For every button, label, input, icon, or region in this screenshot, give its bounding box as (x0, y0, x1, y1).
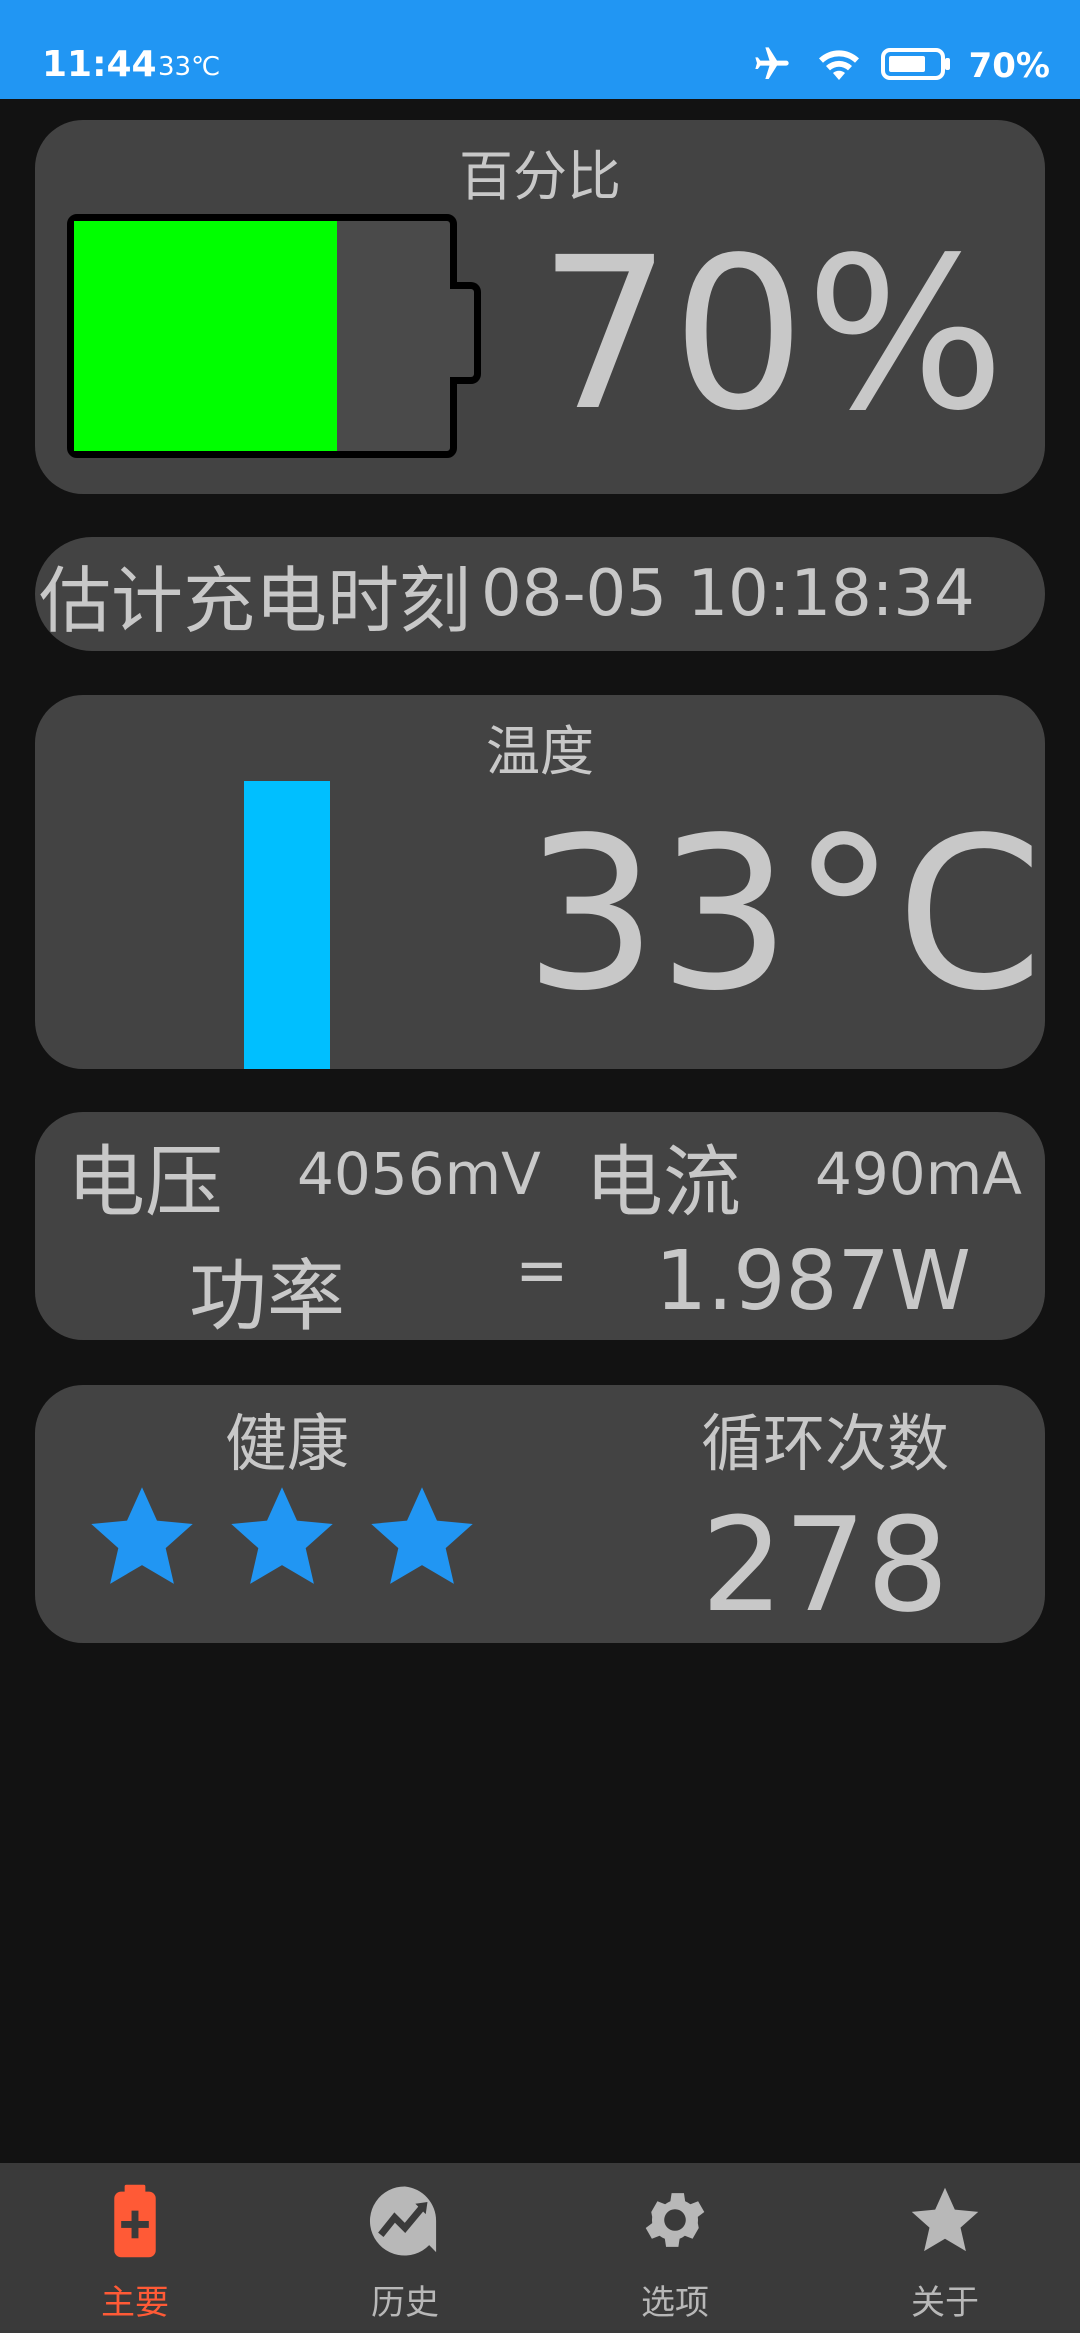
status-time: 11:44 (42, 44, 157, 85)
nav-label-options: 选项 (641, 2283, 709, 2323)
airplane-icon (747, 44, 797, 88)
star-icon (810, 2183, 1080, 2259)
voltage-label: 电压 (67, 1138, 224, 1228)
charge-time-card: 估计充电时刻 08-05 10:18:34 (35, 537, 1045, 651)
charge-time-label: 估计充电时刻 (39, 558, 472, 643)
temperature-bar (244, 781, 330, 1069)
health-star-icon (91, 1487, 193, 1584)
nav-label-history: 历史 (371, 2283, 439, 2323)
temperature-value: 33°C (524, 792, 1043, 1037)
battery-graphic-tip (450, 282, 481, 384)
current-label: 电流 (585, 1138, 742, 1228)
status-bar: 11:44 33℃ 70% (0, 0, 1080, 99)
nav-item-main[interactable]: 主要 (0, 2163, 270, 2333)
power-card: 电压 4056mV 电流 490mA 功率 = 1.987W (35, 1112, 1045, 1342)
health-card: 健康 循环次数 278 (35, 1385, 1045, 1643)
percentage-card: 百分比 70% (35, 120, 1045, 494)
nav-item-history[interactable]: 历史 (270, 2163, 540, 2333)
battery-graphic (67, 214, 457, 458)
battery-icon (880, 47, 951, 85)
battery-level-fill (74, 221, 338, 451)
health-star-icon (231, 1487, 333, 1584)
health-label: 健康 (225, 1407, 350, 1480)
power-equals: = (515, 1234, 569, 1308)
temperature-title: 温度 (486, 720, 594, 783)
temperature-card: 温度 33°C (35, 695, 1045, 1069)
history-chart-icon (270, 2183, 540, 2259)
current-value: 490mA (815, 1140, 1022, 1208)
nav-item-options[interactable]: 选项 (540, 2163, 810, 2333)
voltage-value: 4056mV (297, 1140, 541, 1208)
cycles-label: 循环次数 (700, 1407, 949, 1480)
bottom-nav: 主要 历史 选项 关于 (0, 2163, 1080, 2333)
battery-plus-icon (0, 2183, 270, 2259)
health-star-icon (371, 1487, 473, 1584)
nav-label-main: 主要 (101, 2283, 169, 2323)
percentage-title: 百分比 (459, 145, 621, 208)
status-icons: 70% (747, 44, 1050, 88)
nav-label-about: 关于 (911, 2283, 979, 2323)
charge-time-value: 08-05 10:18:34 (481, 557, 975, 631)
gear-icon (540, 2183, 810, 2257)
status-temperature: 33℃ (158, 52, 221, 82)
health-stars (83, 1480, 481, 1596)
percentage-value: 70% (538, 212, 1005, 457)
power-label: 功率 (189, 1252, 346, 1342)
wifi-icon (815, 44, 863, 88)
power-value: 1.987W (655, 1234, 971, 1329)
cycles-value: 278 (700, 1489, 950, 1641)
nav-item-about[interactable]: 关于 (810, 2163, 1080, 2333)
status-battery-percent: 70% (968, 46, 1050, 86)
